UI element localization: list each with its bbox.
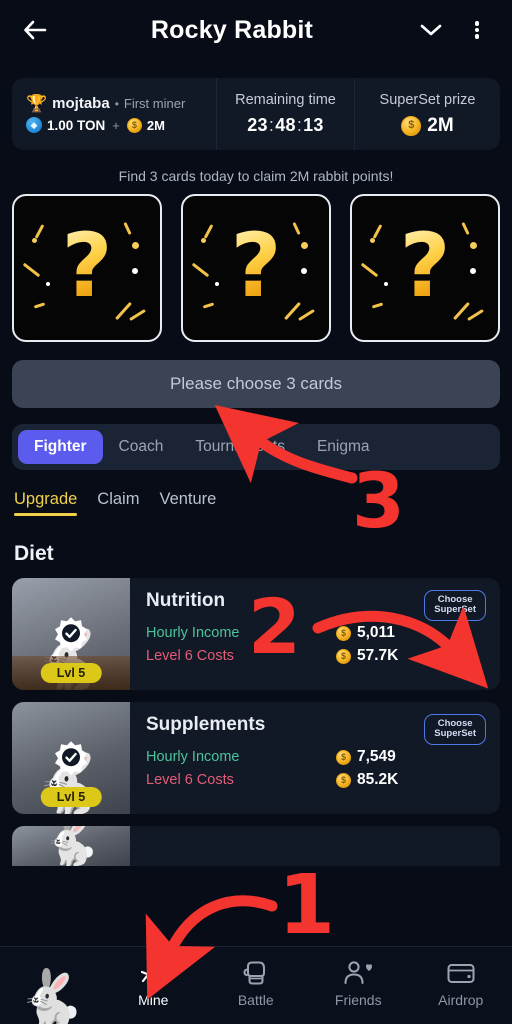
ton-amount: 1.00 TON <box>47 117 106 133</box>
hourly-income-value: 5,011 <box>357 624 395 641</box>
nav-item-battle[interactable]: Battle <box>205 959 308 1012</box>
stats-card: 🏆 mojtaba • First miner ◆ 1.00 TON + $ 2… <box>12 78 500 150</box>
level-cost-line: Level 6 Costs $ 85.2K <box>146 771 488 789</box>
top-app-bar: Rocky Rabbit <box>0 0 512 60</box>
annotation-arrow-1 <box>145 895 278 1000</box>
tab-coach[interactable]: Coach <box>103 430 180 464</box>
superset-prize-amount: 2M <box>427 114 454 136</box>
nav-label: Airdrop <box>438 992 484 1008</box>
item-details: Supplements Hourly Income $ 7,549 Level … <box>130 702 500 814</box>
time-seconds: 13 <box>303 115 324 135</box>
arrow-left-icon[interactable] <box>18 13 52 47</box>
category-tabs: Fighter Coach Tournaments Enigma <box>12 424 500 470</box>
subtab-venture[interactable]: Venture <box>159 490 216 516</box>
choose-cards-button[interactable]: Please choose 3 cards <box>12 360 500 408</box>
level-cost-label: Level 6 Costs <box>146 772 234 788</box>
choose-superset-button[interactable]: Choose SuperSet <box>424 590 486 621</box>
remaining-time-segment: Remaining time 23:48:13 <box>216 78 354 150</box>
chevron-down-icon[interactable] <box>414 13 448 47</box>
nav-label: Battle <box>237 992 274 1008</box>
kebab-menu-icon[interactable] <box>460 13 494 47</box>
miner-name: mojtaba <box>52 95 110 112</box>
mystery-card-2[interactable]: ? <box>181 194 331 342</box>
nav-item-friends[interactable]: Friends <box>307 959 410 1012</box>
remaining-time-label: Remaining time <box>235 92 336 108</box>
gold-coin-icon: $ <box>336 625 351 641</box>
level-badge: Lvl 5 <box>40 663 102 683</box>
time-colon-1: : <box>268 115 275 135</box>
choose-superset-button[interactable]: Choose SuperSet <box>424 714 486 745</box>
item-row-nutrition[interactable]: 🐇 Lvl 5 Nutrition Hourly Income $ 5,011 <box>12 578 500 690</box>
superset-label-line2: SuperSet <box>434 604 476 616</box>
nav-label: Mine <box>138 992 169 1008</box>
item-row-partial[interactable]: 🐇 <box>12 826 500 866</box>
section-title: Diet <box>14 542 54 565</box>
wallet-icon <box>446 959 476 987</box>
level-cost-value: 57.7K <box>357 647 399 664</box>
level-cost-value: 85.2K <box>357 771 399 788</box>
bottom-navigation: 🐇 Mine Battle Friends Airdrop <box>0 946 512 1024</box>
miner-role: First miner <box>123 96 186 111</box>
superset-prize-segment: SuperSet prize $ 2M <box>354 78 500 150</box>
rabbit-gym-icon: 🐇 Lvl 5 <box>12 702 130 814</box>
tab-tournaments[interactable]: Tournaments <box>179 430 301 464</box>
question-mark-glyph: ? <box>230 214 282 317</box>
superset-prize-label: SuperSet prize <box>379 91 476 108</box>
remaining-time-value: 23:48:13 <box>247 115 324 136</box>
mystery-cards-row: ? ? ? <box>12 194 500 342</box>
mystery-card-1[interactable]: ? <box>12 194 162 342</box>
superset-label-line2: SuperSet <box>434 728 476 740</box>
mine-pickaxe-icon <box>138 959 168 987</box>
time-minutes: 48 <box>275 115 296 135</box>
gold-coin-icon: $ <box>401 115 422 136</box>
tab-fighter[interactable]: Fighter <box>18 430 103 464</box>
time-colon-2: : <box>296 115 303 135</box>
friends-heart-icon <box>343 959 373 987</box>
hourly-income-line: Hourly Income $ 5,011 <box>146 624 488 642</box>
first-miner-segment: 🏆 mojtaba • First miner ◆ 1.00 TON + $ 2… <box>12 78 216 150</box>
dot-separator: • <box>114 96 119 111</box>
nav-item-mine[interactable]: Mine <box>102 959 205 1012</box>
award-seal-icon <box>51 737 91 777</box>
mystery-card-3[interactable]: ? <box>350 194 500 342</box>
gold-coin-icon: $ <box>336 648 351 664</box>
bonus-amount: 2M <box>146 117 165 133</box>
level-badge: Lvl 5 <box>40 787 102 807</box>
gold-coin-icon: $ <box>336 772 351 788</box>
nav-item-airdrop[interactable]: Airdrop <box>410 959 512 1012</box>
nav-label: Friends <box>334 992 382 1008</box>
trophy-icon: 🏆 <box>26 94 48 113</box>
gold-coin-icon: $ <box>126 117 142 133</box>
rabbit-avatar-icon[interactable]: 🐇 <box>0 947 102 1024</box>
hourly-income-line: Hourly Income $ 7,549 <box>146 748 488 766</box>
page-title: Rocky Rabbit <box>150 15 314 44</box>
hourly-income-value: 7,549 <box>357 748 396 765</box>
level-cost-line: Level 6 Costs $ 57.7K <box>146 647 488 665</box>
app-root: Rocky Rabbit 🏆 mojtaba • First miner ◆ 1… <box>0 0 512 1024</box>
hourly-income-label: Hourly Income <box>146 625 240 641</box>
ton-coin-icon: ◆ <box>26 117 42 133</box>
subtab-claim[interactable]: Claim <box>97 490 139 516</box>
boxing-glove-icon <box>242 959 270 987</box>
sub-tabs: Upgrade Claim Venture <box>14 490 512 516</box>
item-details: Nutrition Hourly Income $ 5,011 Level 6 … <box>130 578 500 690</box>
award-seal-icon <box>51 613 91 653</box>
item-row-supplements[interactable]: 🐇 Lvl 5 Supplements Hourly Income $ 7,54… <box>12 702 500 814</box>
level-cost-label: Level 6 Costs <box>146 648 234 664</box>
annotation-number-1: 1 <box>278 858 336 953</box>
find-cards-note: Find 3 cards today to claim 2M rabbit po… <box>118 168 394 184</box>
question-mark-glyph: ? <box>61 214 113 317</box>
gold-coin-icon: $ <box>336 749 351 765</box>
rabbit-thumbnail: 🐇 <box>12 826 130 866</box>
question-mark-glyph: ? <box>399 214 451 317</box>
hourly-income-label: Hourly Income <box>146 749 240 765</box>
rabbit-bodybuilder-food-icon: 🐇 Lvl 5 <box>12 578 130 690</box>
plus-sign: + <box>112 117 120 133</box>
tab-enigma[interactable]: Enigma <box>301 430 386 464</box>
subtab-upgrade[interactable]: Upgrade <box>14 490 78 516</box>
time-hours: 23 <box>247 115 268 135</box>
